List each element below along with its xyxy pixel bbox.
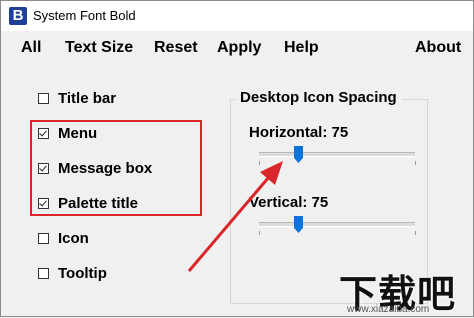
vertical-spacing-label: Vertical: 75 (249, 194, 329, 211)
title-bar[interactable]: B System Font Bold (1, 1, 473, 31)
app-window: B System Font Bold All Text Size Reset A… (0, 0, 474, 317)
app-logo-icon: B (9, 7, 27, 25)
checkbox-title-bar-box[interactable] (38, 92, 49, 104)
watermark-url: www.xiazaiba.com (347, 304, 430, 315)
horizontal-slider-tick (259, 161, 260, 165)
menu-help[interactable]: Help (284, 39, 319, 57)
vertical-slider-tick (415, 231, 416, 235)
menu-all[interactable]: All (21, 39, 41, 57)
menu-reset[interactable]: Reset (154, 39, 198, 57)
horizontal-slider-tick (415, 161, 416, 165)
horizontal-spacing-label: Horizontal: 75 (249, 124, 349, 141)
window-title: System Font Bold (33, 8, 136, 23)
horizontal-slider-track[interactable] (259, 152, 415, 157)
vertical-slider-tick (259, 231, 260, 235)
checkbox-tooltip[interactable]: Tooltip (38, 262, 107, 284)
checkbox-title-bar-label: Title bar (58, 89, 117, 107)
site-watermark: 下载吧 www.xiazaiba.com (339, 263, 469, 316)
menu-apply[interactable]: Apply (217, 39, 261, 57)
checkbox-title-bar[interactable]: Title bar (38, 87, 116, 109)
menu-bar: All Text Size Reset Apply Help About (1, 31, 473, 65)
icon-spacing-group-title: Desktop Icon Spacing (235, 89, 402, 106)
checkbox-icon-box[interactable] (38, 232, 49, 244)
annotation-highlight-box (30, 120, 202, 216)
checkbox-tooltip-label: Tooltip (58, 264, 107, 282)
vertical-slider-track[interactable] (259, 222, 415, 227)
menu-text-size[interactable]: Text Size (65, 39, 133, 57)
checkbox-icon-label: Icon (58, 229, 89, 247)
menu-about[interactable]: About (415, 39, 461, 57)
checkbox-tooltip-box[interactable] (38, 267, 49, 279)
checkbox-icon[interactable]: Icon (38, 227, 89, 249)
